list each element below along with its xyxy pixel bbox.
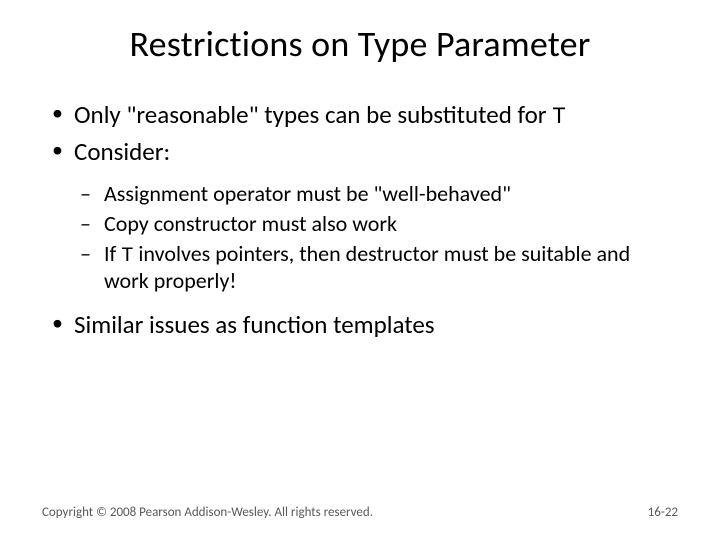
slide-footer: Copyright © 2008 Pearson Addison-Wesley.…	[42, 505, 678, 520]
sub-bullet-text: Assignment operator must be "well-behave…	[104, 180, 511, 207]
bullet-item: Consider: Assignment operator must be "w…	[48, 137, 678, 294]
sub-bullet-text: If	[104, 240, 121, 267]
copyright-text: Copyright © 2008 Pearson Addison-Wesley.…	[42, 505, 373, 520]
bullet-text: Only "reasonable" types can be substitut…	[74, 99, 552, 130]
bullet-text: Consider:	[74, 136, 170, 167]
code-token: T	[552, 104, 566, 130]
sub-bullet-item: If T involves pointers, then destructor …	[78, 241, 678, 295]
slide: Restrictions on Type Parameter Only "rea…	[0, 0, 720, 540]
slide-content: Only "reasonable" types can be substitut…	[42, 100, 678, 340]
sub-bullet-text: involves pointers, then destructor must …	[104, 240, 630, 295]
sub-bullet-text: Copy constructor must also work	[104, 210, 397, 237]
bullet-list: Only "reasonable" types can be substitut…	[48, 100, 678, 340]
slide-title: Restrictions on Type Parameter	[42, 22, 678, 66]
bullet-item: Similar issues as function templates	[48, 310, 678, 340]
sub-bullet-item: Copy constructor must also work	[78, 211, 678, 237]
page-number: 16-22	[648, 505, 678, 520]
code-token: T	[121, 245, 133, 268]
sub-bullet-item: Assignment operator must be "well-behave…	[78, 181, 678, 207]
bullet-text: Similar issues as function templates	[74, 309, 435, 340]
sub-bullet-list: Assignment operator must be "well-behave…	[74, 181, 678, 295]
bullet-item: Only "reasonable" types can be substitut…	[48, 100, 678, 131]
